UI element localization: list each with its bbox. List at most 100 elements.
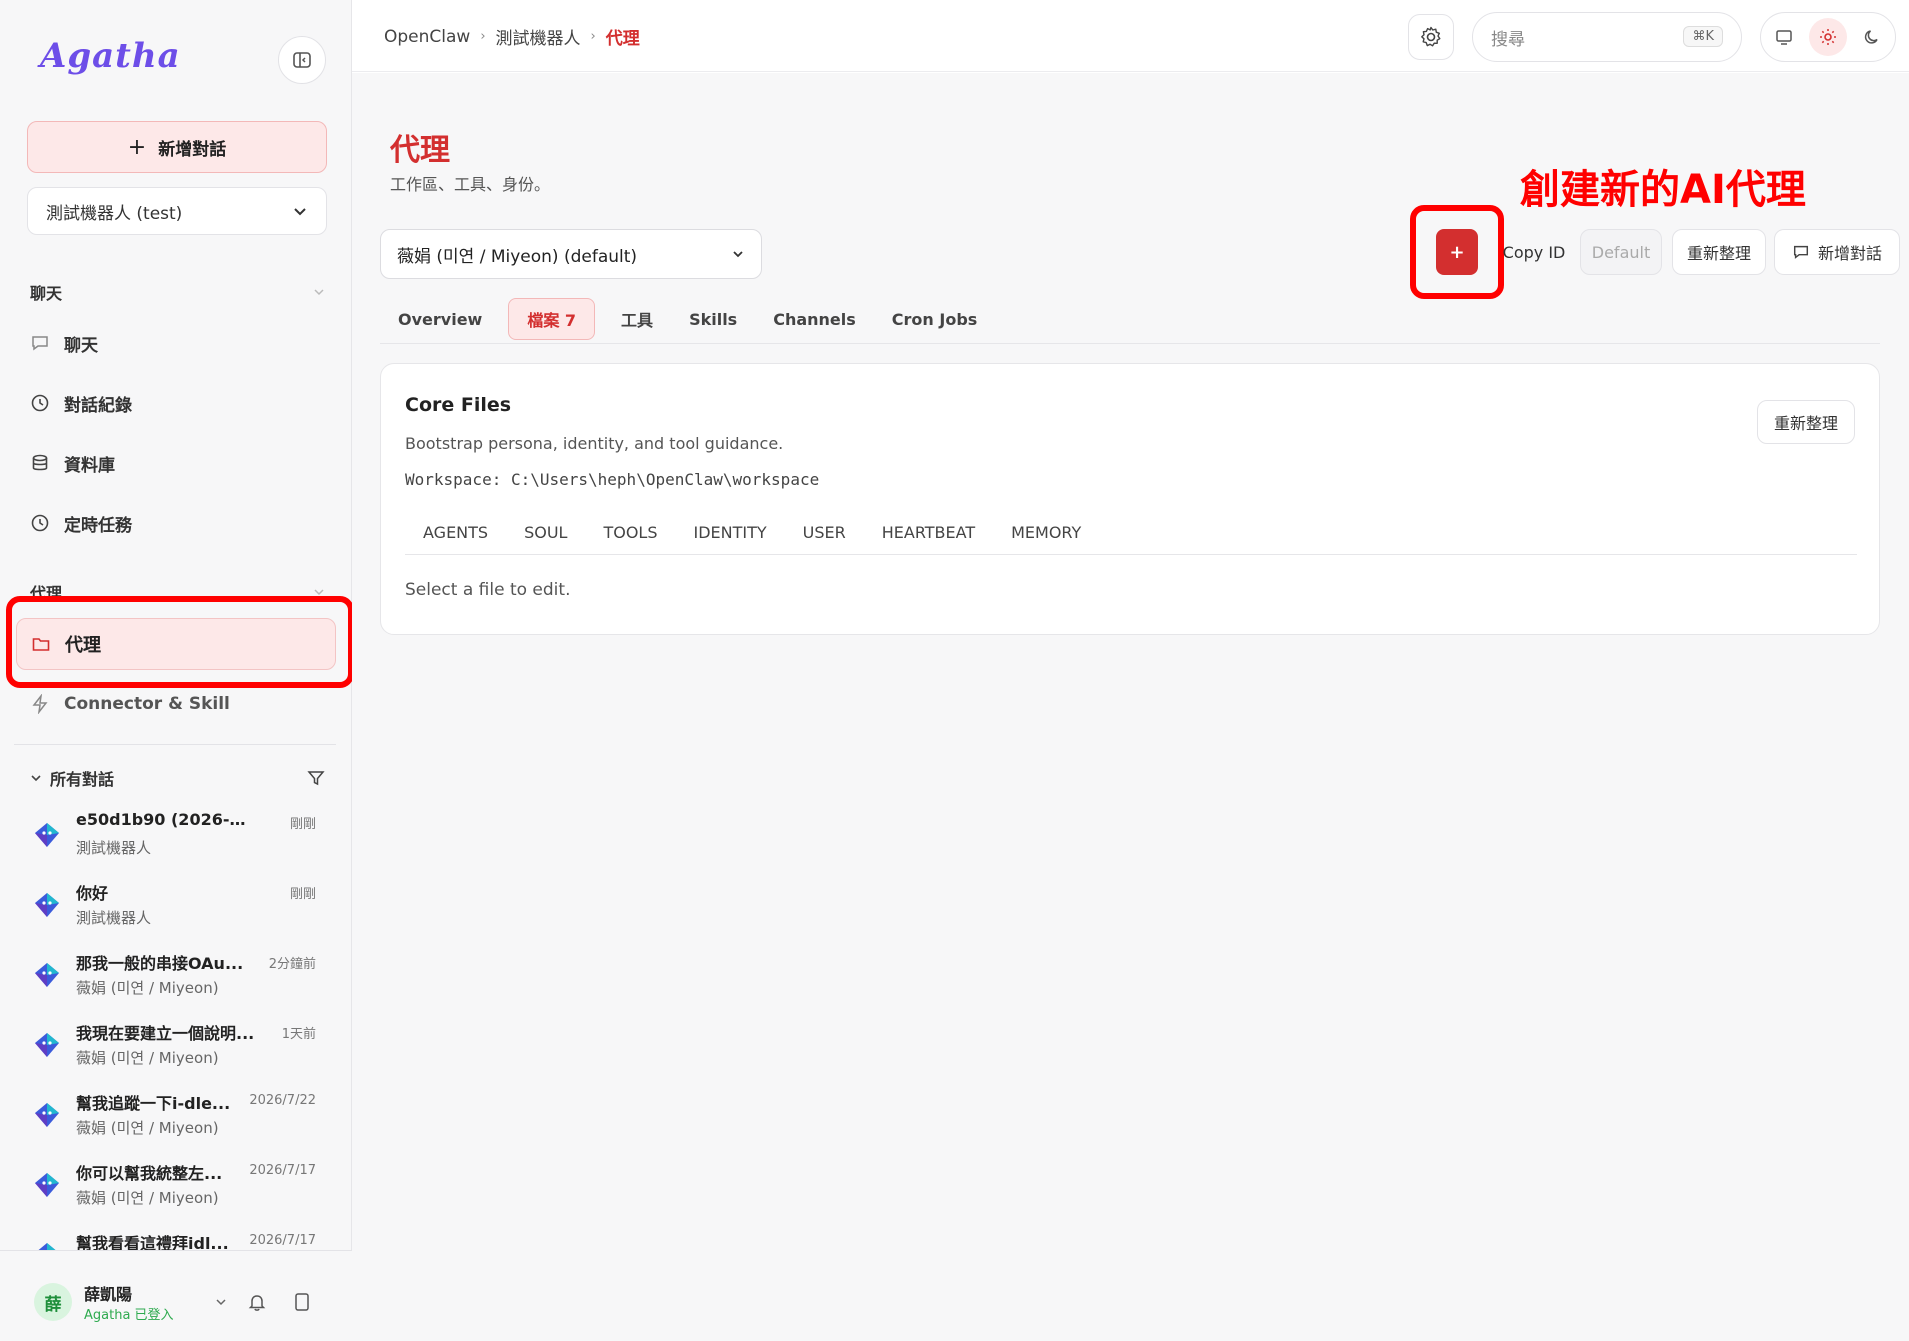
conversation-title: 我現在要建立一個說明... [76, 1024, 255, 1043]
user-avatar[interactable]: 薛 [34, 1283, 72, 1321]
page-subtitle: 工作區、工具、身份。 [390, 175, 551, 194]
agent-tabs: Overview 檔案 7 工具 Skills Channels Cron Jo… [380, 295, 995, 343]
new-chat-action-button[interactable]: 新增對話 [1774, 229, 1900, 275]
bell-icon[interactable] [246, 1291, 268, 1313]
breadcrumb: OpenClaw › 測試機器人 › 代理 [384, 24, 640, 50]
file-tab-memory[interactable]: MEMORY [993, 512, 1099, 552]
refresh-label: 重新整理 [1687, 244, 1752, 263]
top-bar: OpenClaw › 測試機器人 › 代理 搜尋 ⌘K [352, 0, 1909, 72]
search-shortcut: ⌘K [1683, 26, 1723, 47]
tabs-divider [380, 343, 1880, 344]
breadcrumb-current: 代理 [605, 29, 640, 49]
file-tabs-divider [405, 554, 1857, 555]
conversation-agent: 測試機器人 [76, 839, 152, 857]
conversation-title: 幫我看看這禮拜idl... [76, 1234, 229, 1250]
conversation-time: 2026/7/17 [249, 1163, 316, 1178]
conversation-agent: 薇娟 (미연 / Miyeon) [76, 1049, 219, 1067]
conversation-title: 你好 [76, 884, 109, 903]
file-tab-heartbeat[interactable]: HEARTBEAT [864, 512, 993, 552]
conversation-list: e50d1b90 (2026-08-05)測試機器人剛剛你好測試機器人剛剛那我一… [0, 0, 352, 1250]
tab-files[interactable]: 檔案 7 [508, 298, 596, 340]
file-tab-soul[interactable]: SOUL [506, 512, 585, 552]
highlight-frame-add [1410, 205, 1504, 299]
card-title: Core Files [405, 394, 512, 416]
agent-select[interactable]: 薇娟 (미연 / Miyeon) (default) [380, 229, 762, 279]
conversation-item[interactable]: 幫我追蹤一下i-dle... 薇娟 (미연 / Miyeon) 2026/7/22 [30, 1088, 326, 1146]
refresh-button[interactable]: 重新整理 [1672, 229, 1766, 275]
conversation-item[interactable]: e50d1b90 (2026-08-05) 測試機器人 剛剛 [30, 808, 326, 866]
conversation-agent: 薇娟 (미연 / Miyeon) [76, 979, 219, 997]
conversation-title: 幫我追蹤一下i-dle... [76, 1094, 231, 1113]
annotation-label: 創建新的AI代理 [1520, 167, 1806, 213]
gear-icon [1421, 26, 1441, 47]
file-tabs: AGENTS SOUL TOOLS IDENTITY USER HEARTBEA… [405, 512, 1099, 552]
conversation-agent: 薇娟 (미연 / Miyeon) [76, 1189, 219, 1207]
copy-id-button[interactable]: Copy ID [1496, 229, 1572, 275]
workspace-path: Workspace: C:\Users\heph\OpenClaw\worksp… [405, 470, 820, 489]
conversation-time: 1天前 [281, 1027, 316, 1042]
device-icon[interactable] [292, 1291, 312, 1313]
tab-overview[interactable]: Overview [380, 298, 500, 340]
bot-avatar-icon [35, 1033, 59, 1057]
core-files-card: Core Files Bootstrap persona, identity, … [380, 363, 1880, 635]
default-label: Default [1591, 242, 1651, 262]
breadcrumb-separator-icon: › [590, 29, 596, 44]
user-status: Agatha 已登入 [84, 1308, 174, 1323]
conversation-time: 2026/7/22 [249, 1093, 316, 1108]
conversation-time: 剛剛 [289, 887, 316, 902]
tab-channels[interactable]: Channels [755, 298, 874, 340]
bot-avatar-icon [35, 963, 59, 987]
new-chat-action-label: 新增對話 [1817, 244, 1882, 263]
main-content: 代理 工作區、工具、身份。 薇娟 (미연 / Miyeon) (default)… [352, 73, 1909, 1341]
conversation-time: 2026/7/17 [249, 1233, 316, 1248]
conversation-item[interactable]: 那我一般的串接OAu... 薇娟 (미연 / Miyeon) 2分鐘前 [30, 948, 326, 1006]
moon-icon[interactable] [1862, 27, 1882, 47]
empty-state-text: Select a file to edit. [405, 580, 571, 600]
conversation-time: 剛剛 [289, 817, 316, 832]
chevron-down-icon [733, 251, 743, 258]
conversation-item[interactable]: 幫我看看這禮拜idl... 2026/7/17 [30, 1228, 326, 1250]
bot-avatar-icon [35, 1173, 59, 1197]
card-refresh-button[interactable]: 重新整理 [1756, 400, 1855, 444]
theme-switcher [1760, 12, 1896, 62]
conversation-item[interactable]: 你可以幫我統整左... 薇娟 (미연 / Miyeon) 2026/7/17 [30, 1158, 326, 1216]
default-button[interactable]: Default [1580, 229, 1662, 275]
search-placeholder: 搜尋 [1491, 29, 1525, 50]
search-input[interactable]: 搜尋 ⌘K [1472, 12, 1742, 62]
conversation-item[interactable]: 我現在要建立一個說明... 薇娟 (미연 / Miyeon) 1天前 [30, 1018, 326, 1076]
page-title: 代理 [390, 133, 450, 168]
bot-avatar-icon [35, 893, 59, 917]
conversation-agent: 測試機器人 [76, 909, 152, 927]
conversation-item[interactable]: 你好測試機器人 剛剛 [30, 878, 326, 936]
conversation-agent: 薇娟 (미연 / Miyeon) [76, 1119, 219, 1137]
file-tab-identity[interactable]: IDENTITY [675, 512, 784, 552]
breadcrumb-item[interactable]: 測試機器人 [496, 24, 581, 49]
file-tab-tools[interactable]: TOOLS [585, 512, 675, 552]
tab-skills[interactable]: Skills [671, 298, 755, 340]
bot-avatar-icon [38, 1243, 56, 1250]
bot-avatar-icon [35, 823, 59, 847]
settings-button[interactable] [1408, 14, 1454, 60]
card-description: Bootstrap persona, identity, and tool gu… [405, 434, 784, 453]
sidebar: Agatha + 新增對話 測試機器人 (test) 聊天 聊天 對話紀錄 資料… [0, 0, 354, 1341]
bot-avatar-icon [35, 1103, 59, 1127]
breadcrumb-item[interactable]: OpenClaw [384, 27, 470, 47]
agent-select-value: 薇娟 (미연 / Miyeon) (default) [397, 246, 638, 267]
file-tab-agents[interactable]: AGENTS [405, 512, 506, 552]
light-theme-button[interactable] [1808, 18, 1847, 56]
monitor-icon[interactable] [1774, 27, 1794, 47]
conversation-time: 2分鐘前 [268, 957, 316, 972]
tab-cron-jobs[interactable]: Cron Jobs [874, 298, 996, 340]
breadcrumb-separator-icon: › [480, 29, 486, 44]
tab-tools[interactable]: 工具 [603, 298, 671, 340]
chat-bubble-icon [1793, 245, 1809, 259]
chevron-down-icon[interactable] [214, 1295, 228, 1309]
conversation-title: 你可以幫我統整左... [76, 1164, 223, 1183]
sun-icon [1819, 29, 1836, 45]
conversation-title: 那我一般的串接OAu... [76, 954, 244, 973]
file-tab-user[interactable]: USER [785, 512, 864, 552]
conversation-title: e50d1b90 (2026-08-05) [76, 810, 256, 829]
copy-id-label: Copy ID [1502, 242, 1566, 262]
user-name: 薛凱陽 [84, 1285, 133, 1304]
user-bar: 薛 薛凱陽 Agatha 已登入 [0, 1250, 352, 1341]
